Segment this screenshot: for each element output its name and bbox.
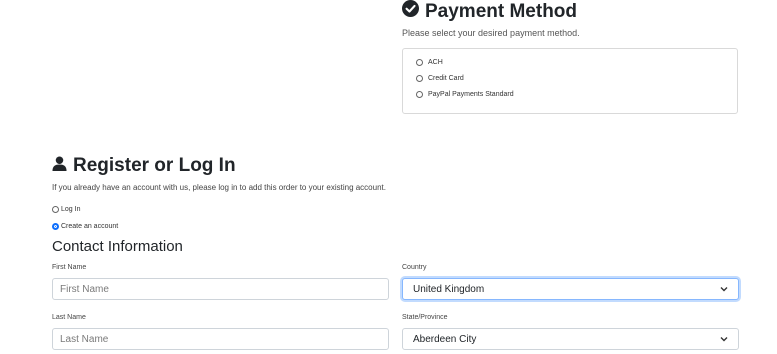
country-select[interactable]: United Kingdom — [402, 278, 739, 300]
user-icon — [52, 155, 67, 177]
payment-option-credit-card[interactable]: Credit Card — [416, 75, 464, 82]
chevron-down-icon — [720, 284, 728, 295]
radio-button-selected[interactable] — [52, 223, 59, 230]
register-subtitle: If you already have an account with us, … — [52, 183, 386, 192]
first-name-label: First Name — [52, 264, 87, 271]
state-province-select[interactable]: Aberdeen City — [402, 328, 739, 350]
radio-log-in[interactable]: Log In — [52, 206, 80, 213]
payment-option-paypal[interactable]: PayPal Payments Standard — [416, 91, 514, 98]
payment-option-label: PayPal Payments Standard — [428, 91, 514, 98]
radio-label: Create an account — [61, 223, 119, 230]
state-province-label: State/Province — [402, 314, 448, 321]
country-label: Country — [402, 264, 427, 271]
payment-method-heading: Payment Method — [402, 0, 577, 23]
payment-option-label: Credit Card — [428, 75, 464, 82]
first-name-input[interactable] — [52, 278, 389, 300]
payment-option-label: ACH — [428, 59, 443, 66]
radio-button[interactable] — [416, 75, 423, 82]
register-title: Register or Log In — [73, 155, 236, 176]
payment-options-box: ACH Credit Card PayPal Payments Standard — [402, 48, 738, 114]
radio-create-account[interactable]: Create an account — [52, 223, 118, 230]
register-heading: Register or Log In — [52, 155, 236, 177]
payment-method-title: Payment Method — [425, 0, 578, 22]
state-selected-value: Aberdeen City — [413, 333, 477, 345]
radio-button[interactable] — [416, 59, 423, 66]
radio-button[interactable] — [52, 206, 59, 213]
radio-label: Log In — [61, 206, 81, 213]
payment-option-ach[interactable]: ACH — [416, 59, 443, 66]
payment-method-subtitle: Please select your desired payment metho… — [402, 28, 580, 38]
last-name-label: Last Name — [52, 314, 86, 321]
country-selected-value: United Kingdom — [413, 283, 485, 295]
last-name-input[interactable] — [52, 328, 389, 350]
check-circle-icon — [402, 0, 419, 23]
radio-button[interactable] — [416, 91, 423, 98]
contact-information-heading: Contact Information — [52, 238, 183, 255]
chevron-down-icon — [720, 334, 728, 345]
